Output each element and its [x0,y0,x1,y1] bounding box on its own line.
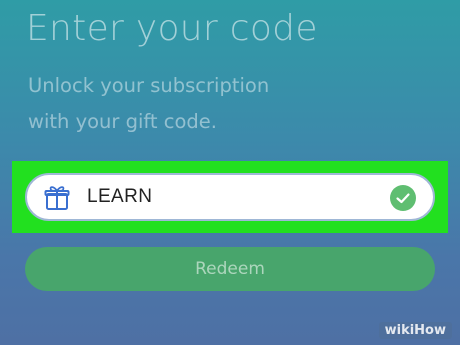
gift-code-field[interactable]: LEARN [25,173,435,221]
page-title: Enter your code [26,8,318,49]
gift-icon [43,185,71,211]
watermark-logo: wikiHow [378,322,452,339]
check-circle-icon [390,185,416,211]
redeem-button[interactable]: Redeem [25,247,435,291]
subtitle-line-1: Unlock your subscription [28,74,270,97]
subtitle-line-2: with your gift code. [28,110,218,133]
page-subtitle: Unlock your subscription with your gift … [28,68,269,140]
code-input-value[interactable]: LEARN [87,186,152,208]
